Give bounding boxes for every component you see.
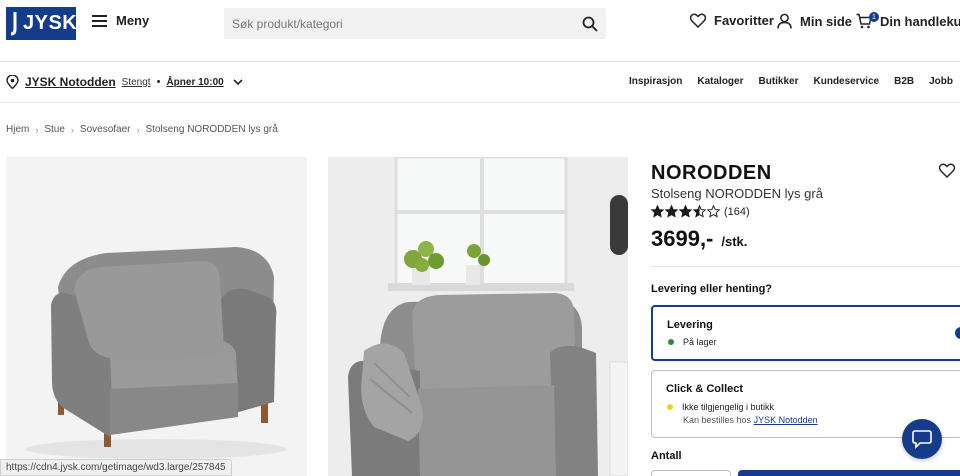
status-dot-icon [668, 339, 674, 345]
stock-status: På lager [668, 337, 717, 347]
nav-kataloger[interactable]: Kataloger [697, 76, 743, 87]
search-icon[interactable] [582, 16, 598, 32]
top-navigation: Inspirasjon Kataloger Butikker Kundeserv… [629, 76, 953, 87]
hamburger-icon [92, 14, 107, 27]
stock-status: Ikke tilgjengelig i butikk [667, 402, 774, 412]
info-divider [651, 266, 960, 267]
breadcrumb-separator-icon: › [70, 124, 74, 135]
product-name: Stolseng NORODDEN lys grå [651, 186, 823, 201]
stock-status-text: Ikke tilgjengelig i butikk [682, 402, 775, 412]
price-amount: 3699,- [651, 226, 714, 251]
breadcrumb: Hjem › Stue › Sovesofaer › Stolseng NORO… [6, 124, 278, 135]
menu-button[interactable]: Meny [92, 13, 149, 28]
rating-stars [651, 205, 720, 218]
store-opening-time: Åpner 10:00 [166, 76, 224, 88]
search-bar [224, 8, 606, 39]
breadcrumb-stue[interactable]: Stue [44, 124, 65, 135]
storebar-divider [0, 102, 960, 103]
favorite-heart-icon[interactable] [939, 163, 955, 179]
product-image-main[interactable] [6, 157, 307, 476]
breadcrumb-home[interactable]: Hjem [6, 124, 29, 135]
menu-label: Meny [116, 13, 150, 28]
order-note-store-link[interactable]: JYSK Notodden [754, 415, 818, 425]
quantity-stepper[interactable] [651, 470, 731, 476]
product-price: 3699,- /stk. [651, 226, 747, 252]
star-empty-icon [707, 205, 720, 218]
store-name[interactable]: JYSK Notodden [25, 75, 116, 89]
delivery-option-levering[interactable]: Levering På lager [651, 305, 960, 361]
star-filled-icon [651, 205, 664, 218]
breadcrumb-separator-icon: › [35, 124, 39, 135]
location-pin-icon [6, 75, 19, 89]
stock-status-text: På lager [683, 337, 717, 347]
status-dot-icon [667, 404, 673, 410]
search-input[interactable] [232, 16, 582, 31]
cart-count-badge: 1 [869, 12, 879, 22]
option-title: Levering [667, 319, 713, 331]
logo-mark-icon [10, 12, 17, 36]
chevron-down-icon[interactable] [233, 78, 243, 86]
user-icon [777, 13, 792, 29]
nav-butikker[interactable]: Butikker [758, 76, 798, 87]
star-filled-icon [665, 205, 678, 218]
breadcrumb-separator-icon: › [136, 124, 140, 135]
option-title: Click & Collect [666, 383, 744, 395]
account-link[interactable]: Min side [777, 13, 852, 29]
store-separator: • [156, 76, 161, 88]
jysk-logo[interactable]: JYSK [6, 7, 78, 40]
cart-label: Din handlekurv [880, 13, 960, 29]
logo-text: JYSK [23, 12, 78, 34]
site-header: JYSK Meny Favoritter Min side Din hand [0, 0, 960, 50]
favorites-label: Favoritter [714, 13, 774, 28]
star-half-icon [693, 205, 706, 218]
delivery-question: Levering eller henting? [651, 283, 773, 295]
order-note: Kan bestilles hos JYSK Notodden [683, 415, 818, 425]
heart-icon [690, 13, 706, 28]
store-selector[interactable]: JYSK Notodden Stengt • Åpner 10:00 [6, 75, 243, 89]
chat-bubble-icon [912, 429, 932, 449]
status-bar-url: https://cdn4.jysk.com/getimage/wd3.large… [0, 459, 232, 476]
star-filled-icon [679, 205, 692, 218]
account-label: Min side [800, 13, 853, 29]
favorites-link[interactable]: Favoritter [690, 13, 774, 28]
store-status: Stengt [121, 76, 151, 88]
armchair-illustration [6, 157, 307, 476]
nav-b2b[interactable]: B2B [894, 76, 914, 87]
product-rating[interactable]: (164) [651, 205, 750, 218]
order-note-prefix: Kan bestilles hos [683, 415, 752, 425]
price-unit: /stk. [721, 234, 748, 249]
room-scene-illustration [328, 157, 628, 476]
nav-kundeservice[interactable]: Kundeservice [814, 76, 880, 87]
add-to-cart-button[interactable] [738, 470, 960, 476]
breadcrumb-sovesofaer[interactable]: Sovesofaer [80, 124, 131, 135]
quantity-label: Antall [651, 450, 682, 462]
product-brand: NORODDEN [651, 162, 772, 184]
store-bar: JYSK Notodden Stengt • Åpner 10:00 Inspi… [0, 62, 960, 102]
chat-button[interactable] [902, 419, 942, 459]
review-count: (164) [724, 205, 750, 218]
nav-inspirasjon[interactable]: Inspirasjon [629, 76, 682, 87]
breadcrumb-current: Stolseng NORODDEN lys grå [145, 124, 278, 135]
selected-radio-icon[interactable] [955, 327, 960, 339]
product-image-room[interactable] [328, 157, 628, 476]
nav-jobb[interactable]: Jobb [929, 76, 953, 87]
